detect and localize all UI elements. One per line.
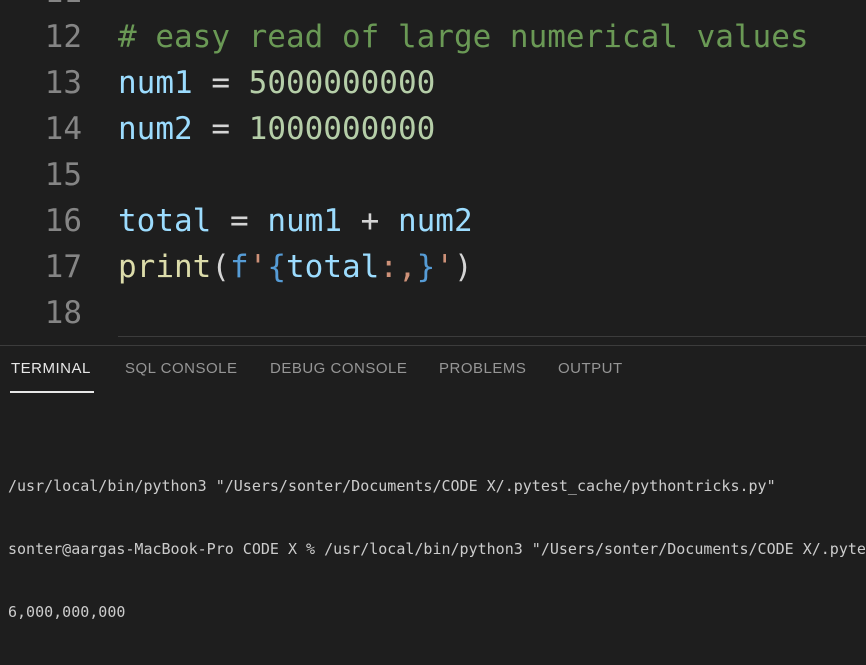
tab-sql-console[interactable]: SQL CONSOLE bbox=[125, 360, 237, 377]
code-line[interactable]: 15 bbox=[0, 152, 866, 198]
line-number: 18 bbox=[44, 295, 82, 331]
line-number: 16 bbox=[44, 203, 82, 239]
code-text: total = num1 + num2 bbox=[118, 198, 473, 244]
code-token: ' bbox=[435, 249, 455, 285]
code-line[interactable]: 12 # easy read of large numerical values bbox=[0, 14, 866, 60]
code-token: 1000000000 bbox=[248, 111, 436, 147]
terminal-line: 6,000,000,000 bbox=[8, 603, 126, 621]
code-token: ' bbox=[248, 249, 268, 285]
code-line[interactable]: 18 bbox=[0, 290, 866, 336]
tab-problems[interactable]: PROBLEMS bbox=[439, 360, 526, 377]
line-number: 15 bbox=[44, 157, 82, 193]
code-line[interactable]: 13 num1 = 5000000000 bbox=[0, 60, 866, 106]
code-token: = bbox=[192, 65, 249, 101]
code-token: num2 bbox=[118, 111, 193, 147]
line-number: 14 bbox=[44, 111, 82, 147]
code-line[interactable]: 17 print(f'{total:,}') bbox=[0, 244, 866, 290]
code-token: num2 bbox=[397, 203, 473, 239]
code-line[interactable]: 16 total = num1 + num2 bbox=[0, 198, 866, 244]
code-token: total bbox=[286, 249, 380, 285]
code-token: { bbox=[267, 249, 287, 285]
editor-divider bbox=[118, 336, 866, 337]
line-number: 12 bbox=[44, 19, 82, 55]
code-text: # easy read of large numerical values bbox=[118, 14, 809, 60]
tab-debug-console[interactable]: DEBUG CONSOLE bbox=[270, 360, 407, 377]
code-token: print bbox=[118, 249, 212, 285]
code-token: num1 bbox=[118, 65, 193, 101]
bottom-panel: TERMINAL SQL CONSOLE DEBUG CONSOLE PROBL… bbox=[0, 345, 866, 621]
line-number: 13 bbox=[44, 65, 82, 101]
code-token: # easy read of large numerical values bbox=[118, 19, 809, 55]
code-line[interactable]: 11 bbox=[0, 0, 866, 15]
code-editor[interactable]: 11 12 # easy read of large numerical value… bbox=[0, 0, 866, 336]
terminal-line: /usr/local/bin/python3 "/Users/sonter/Do… bbox=[8, 477, 776, 495]
line-number: 11 bbox=[0, 0, 82, 15]
code-token: :, bbox=[379, 249, 417, 285]
line-number: 17 bbox=[44, 249, 82, 285]
code-token: 5000000000 bbox=[248, 65, 436, 101]
code-token: + bbox=[341, 203, 398, 239]
tab-terminal[interactable]: TERMINAL bbox=[11, 360, 91, 377]
code-token: = bbox=[192, 111, 249, 147]
code-token: } bbox=[416, 249, 436, 285]
code-text: print(f'{total:,}') bbox=[118, 244, 473, 290]
code-text: num2 = 1000000000 bbox=[118, 106, 435, 152]
code-token: f bbox=[230, 249, 249, 285]
code-token: total bbox=[118, 203, 212, 239]
code-text: num1 = 5000000000 bbox=[118, 60, 435, 106]
tab-output[interactable]: OUTPUT bbox=[558, 360, 623, 377]
active-tab-indicator bbox=[10, 391, 94, 393]
code-token: ) bbox=[454, 249, 473, 285]
terminal-line: sonter@aargas-MacBook-Pro CODE X % /usr/… bbox=[8, 540, 866, 558]
code-token: num1 bbox=[267, 203, 342, 239]
code-token: ( bbox=[211, 249, 230, 285]
code-line[interactable]: 14 num2 = 1000000000 bbox=[0, 106, 866, 152]
terminal-output[interactable]: /usr/local/bin/python3 "/Users/sonter/Do… bbox=[8, 434, 866, 665]
code-token: = bbox=[211, 203, 268, 239]
panel-tabs: TERMINAL SQL CONSOLE DEBUG CONSOLE PROBL… bbox=[0, 346, 866, 394]
